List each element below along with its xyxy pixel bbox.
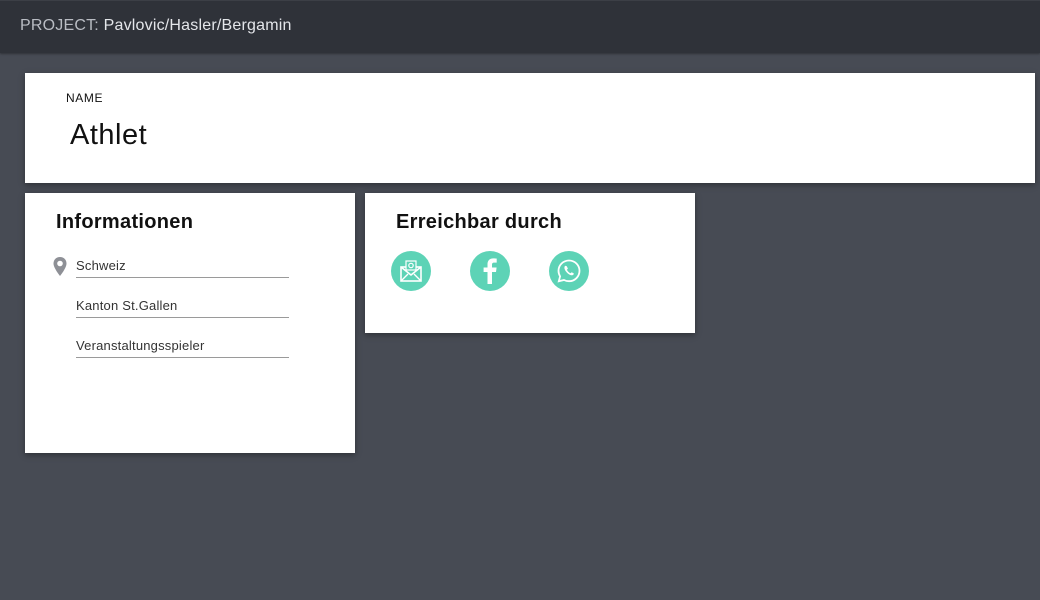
contact-title: Erreichbar durch [396, 211, 562, 233]
email-icon [400, 260, 422, 282]
country-field: Schweiz [76, 254, 289, 278]
name-card: NAME Athlet [25, 73, 1035, 183]
role-field: Veranstaltungsspieler [76, 334, 289, 358]
project-label: PROJECT: [20, 17, 99, 34]
name-value: Athlet [70, 119, 148, 151]
email-button[interactable] [391, 251, 431, 291]
project-value: Pavlovic/Hasler/Bergamin [103, 17, 292, 34]
facebook-button[interactable] [470, 251, 510, 291]
canton-field: Kanton St.Gallen [76, 294, 289, 318]
whatsapp-button[interactable] [549, 251, 589, 291]
whatsapp-icon [557, 259, 581, 283]
contact-card: Erreichbar durch [365, 193, 695, 333]
location-pin-icon [53, 257, 67, 276]
facebook-icon [483, 258, 497, 284]
information-card: Informationen Schweiz Kanton St.Gallen V… [25, 193, 355, 453]
information-title: Informationen [56, 211, 194, 233]
name-label: NAME [66, 91, 104, 105]
top-bar: PROJECT: Pavlovic/Hasler/Bergamin [0, 0, 1040, 53]
project-title: PROJECT: Pavlovic/Hasler/Bergamin [20, 17, 292, 35]
